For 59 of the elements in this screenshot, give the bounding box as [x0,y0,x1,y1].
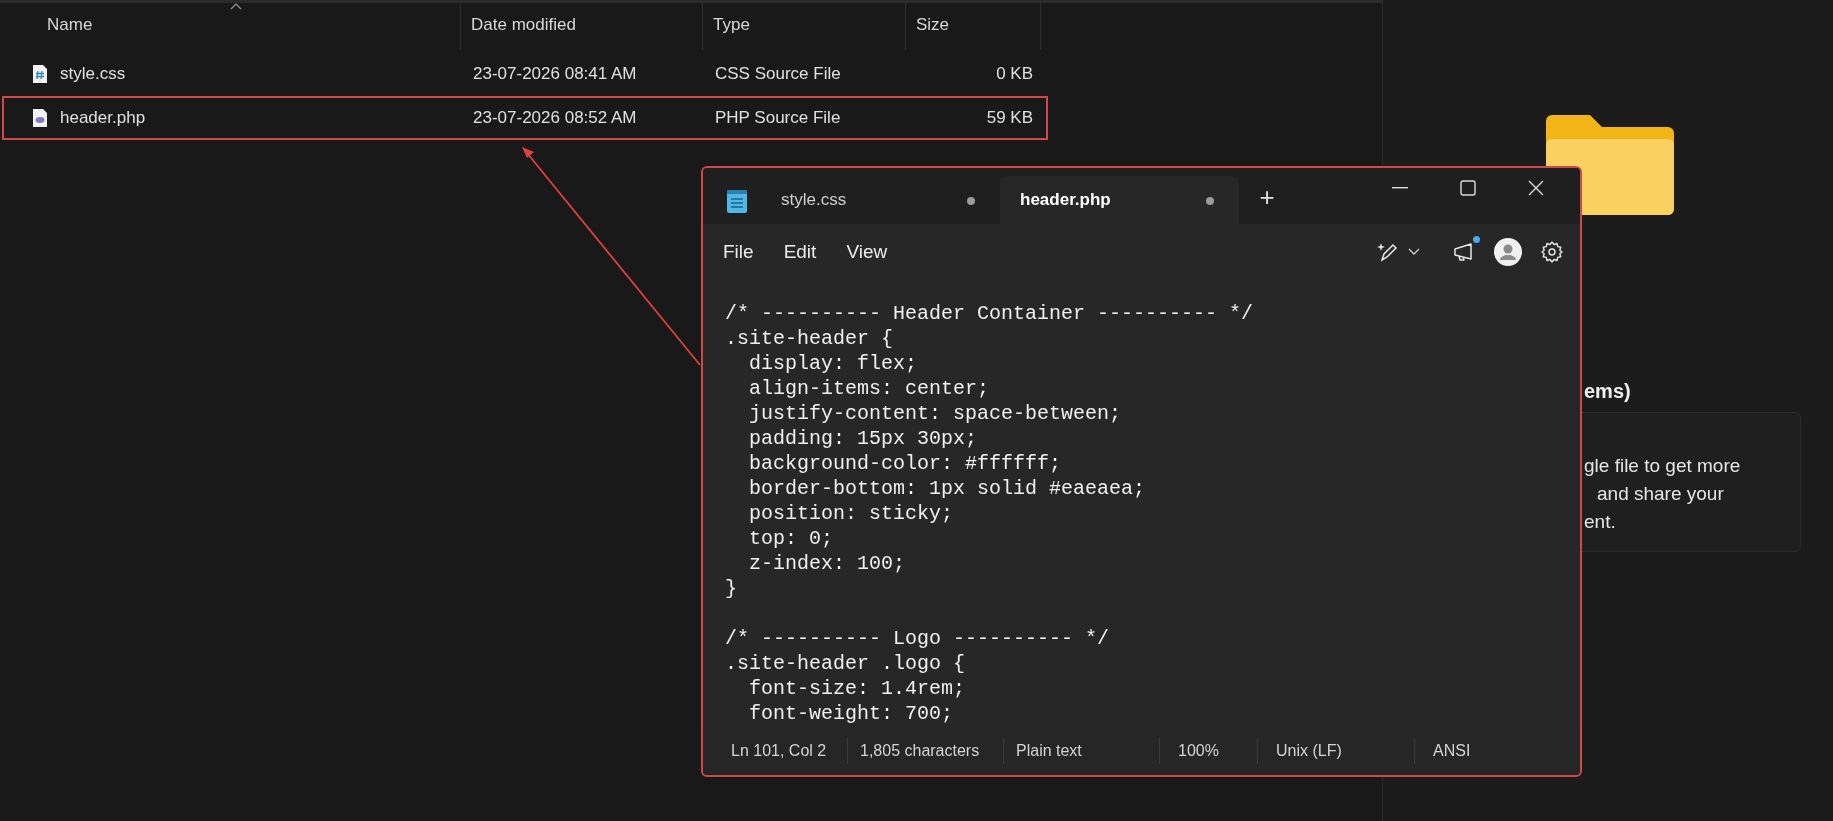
minimize-icon [1392,187,1408,189]
code-line: display: flex; [748,351,919,376]
copilot-button[interactable] [1376,241,1420,263]
hash-file-icon [32,64,48,84]
file-size: 59 KB [986,107,1033,130]
account-button[interactable] [1494,238,1522,266]
code-line: justify-content: space-between; [748,401,1123,426]
code-line: font-weight: 700; [748,701,955,726]
status-item: 1,805 characters [860,741,980,761]
avatar-icon [1494,238,1522,266]
details-message: and share your [1597,482,1724,506]
menu-item[interactable]: Edit [771,233,829,271]
pen-sparkle-icon [1376,241,1398,263]
code-line: padding: 15px 30px; [748,426,979,451]
settings-icon [1540,240,1564,264]
code-line: font-size: 1.4rem; [748,676,967,701]
details-message: gle file to get more [1584,454,1741,478]
code-line: .site-header .logo { [725,651,967,676]
column-header[interactable]: Name [0,0,461,50]
menu-item[interactable]: View [834,233,900,271]
status-item: Ln 101, Col 2 [731,741,827,761]
menu-item[interactable]: File [711,233,766,271]
file-size: 0 KB [996,63,1033,86]
date-modified: 23-07-2026 08:41 AM [473,63,637,86]
code-line: .site-header { [725,326,895,351]
code-line: position: sticky; [748,501,955,526]
status-item: ANSI [1433,741,1471,761]
status-item: Plain text [1016,741,1082,761]
column-header[interactable]: Date modified [461,0,703,50]
code-line: } [725,576,738,601]
file-type: PHP Source File [715,107,841,130]
details-message: ent. [1584,510,1616,534]
code-line: top: 0; [748,526,835,551]
code-line: z-index: 100; [748,551,907,576]
editor-tab[interactable]: style.css [761,176,1000,224]
date-modified: 23-07-2026 08:52 AM [473,107,637,130]
maximize-icon [1460,180,1476,196]
details-heading: ems) [1584,379,1631,404]
status-item: Unix (LF) [1276,741,1342,761]
column-header[interactable]: Type [703,0,906,50]
notepad-icon [726,190,748,214]
code-line: border-bottom: 1px solid #eaeaea; [748,476,1147,501]
code-line: /* ---------- Logo ---------- */ [725,626,1111,651]
new-tab-button[interactable]: + [1249,180,1285,214]
code-line: /* ---------- Header Container ---------- */ [725,301,1255,326]
file-row[interactable]: style.css 23-07-2026 08:41 AM CSS Source File 0 KB [2,52,1048,96]
status-item: 100% [1178,741,1219,761]
code-line: background-color: #ffffff; [748,451,1063,476]
file-type: CSS Source File [715,63,841,86]
sort-caret-icon [230,3,242,10]
file-name: style.css [60,63,126,86]
settings-button[interactable] [1540,240,1564,264]
editor-tab[interactable]: header.php [1000,176,1239,224]
column-header[interactable]: Size [906,0,1041,50]
file-row[interactable]: header.php 23-07-2026 08:52 AM PHP Source File 59 KB [2,96,1048,140]
close-icon [1528,180,1544,196]
file-name: header.php [60,107,146,130]
code-line: align-items: center; [748,376,991,401]
chevron-down-icon [1408,248,1420,256]
